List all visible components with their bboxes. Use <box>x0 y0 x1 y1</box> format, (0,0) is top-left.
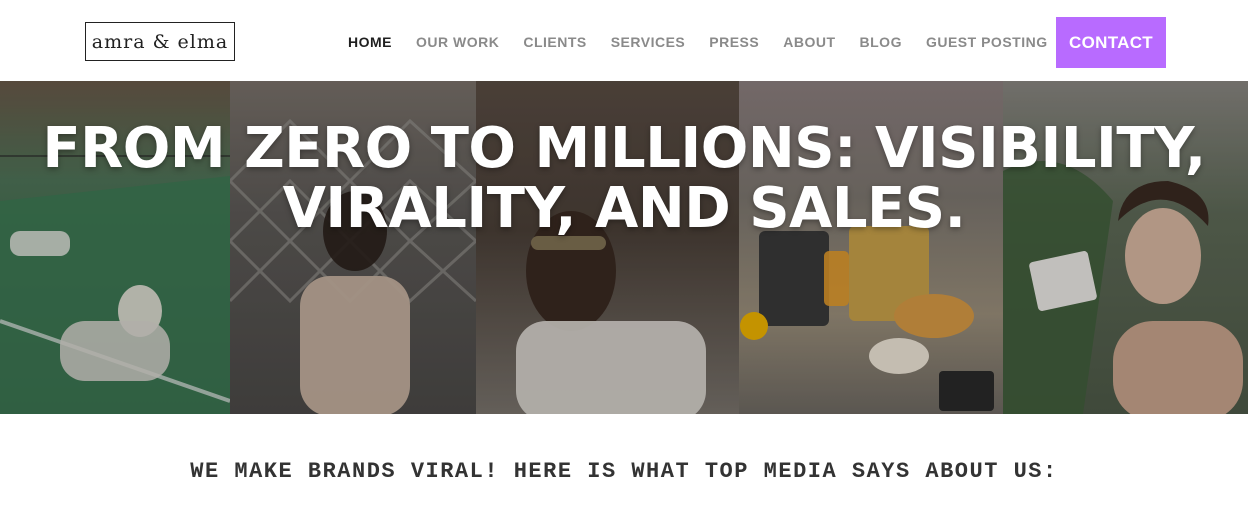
brand-logo[interactable]: amra & elma <box>85 22 235 61</box>
nav-clients[interactable]: CLIENTS <box>523 32 586 52</box>
hero-headline-line1: FROM ZERO TO MILLIONS: VISIBILITY, <box>42 116 1206 181</box>
nav-services[interactable]: SERVICES <box>611 32 686 52</box>
main-nav: HOME OUR WORK CLIENTS SERVICES PRESS ABO… <box>336 32 1060 52</box>
hero-headline-line2: VIRALITY, AND SALES. <box>282 176 966 241</box>
nav-about[interactable]: ABOUT <box>783 32 835 52</box>
contact-button[interactable]: CONTACT <box>1056 17 1166 68</box>
hero-banner: FROM ZERO TO MILLIONS: VISIBILITY, VIRAL… <box>0 81 1248 414</box>
nav-home[interactable]: HOME <box>348 32 392 52</box>
site-header: amra & elma HOME OUR WORK CLIENTS SERVIC… <box>0 0 1248 81</box>
nav-blog[interactable]: BLOG <box>860 32 902 52</box>
media-tagline: WE MAKE BRANDS VIRAL! HERE IS WHAT TOP M… <box>190 459 1058 484</box>
nav-our-work[interactable]: OUR WORK <box>416 32 499 52</box>
nav-press[interactable]: PRESS <box>709 32 759 52</box>
nav-guest-posting[interactable]: GUEST POSTING <box>926 32 1048 52</box>
hero-headline: FROM ZERO TO MILLIONS: VISIBILITY, VIRAL… <box>0 119 1248 239</box>
